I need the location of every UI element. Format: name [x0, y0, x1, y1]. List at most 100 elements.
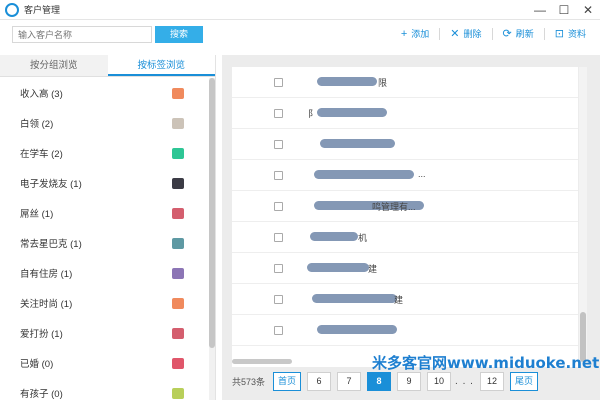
customer-name-fragment: 阝 — [308, 109, 318, 119]
customer-row[interactable]: 鸣管理有... — [232, 191, 578, 222]
row-checkbox[interactable] — [274, 202, 283, 211]
redacted-customer-name — [317, 108, 387, 117]
divider — [543, 27, 545, 40]
page-button[interactable]: 8 — [367, 371, 392, 391]
divider — [439, 27, 441, 40]
customer-list: 限阝... 鸣管理有... 机建建 — [232, 67, 578, 367]
close-button[interactable]: ✕ — [576, 0, 600, 20]
customer-row[interactable]: 机 — [232, 222, 578, 253]
tag-color-swatch — [172, 178, 184, 189]
row-checkbox[interactable] — [274, 326, 283, 335]
redacted-customer-name — [310, 232, 358, 241]
tab-browse-by-tag[interactable]: 按标签浏览 — [107, 55, 215, 76]
horizontal-scrollbar-thumb[interactable] — [232, 359, 292, 364]
add-button[interactable]: + 添加 — [401, 27, 429, 40]
customer-name-fragment: 建 — [368, 264, 378, 274]
tag-item[interactable]: 白领 (2) — [0, 108, 208, 138]
tag-color-swatch — [172, 358, 184, 369]
row-checkbox[interactable] — [274, 233, 283, 242]
customer-name-fragment: 建 — [394, 295, 404, 305]
tag-label: 爱打扮 (1) — [20, 329, 63, 340]
refresh-button[interactable]: ⟳ 刷新 — [503, 27, 534, 40]
tag-list: 收入高 (3) 白领 (2) 在学车 (2) 电子发烧友 (1) 屌丝 (1) 常去星巴克… — [0, 78, 208, 400]
tag-item[interactable]: 在学车 (2) — [0, 138, 208, 168]
last-page-button[interactable]: 尾页 — [509, 371, 538, 391]
customer-row[interactable] — [232, 129, 578, 160]
tag-item[interactable]: 收入高 (3) — [0, 78, 208, 108]
tag-item[interactable]: 电子发烧友 (1) — [0, 168, 208, 198]
tag-label: 电子发烧友 (1) — [20, 179, 82, 190]
row-checkbox[interactable] — [274, 109, 283, 118]
tag-color-swatch — [172, 268, 184, 279]
tag-browser-panel: 按分组浏览 按标签浏览 收入高 (3) 白领 (2) 在学车 (2) 电子发烧友 (1… — [0, 55, 216, 400]
customer-row[interactable]: 建 — [232, 284, 578, 315]
page-numbers: 6 7 8 9 10 — [301, 371, 452, 391]
row-checkbox[interactable] — [274, 78, 283, 87]
tag-list-scrollbar[interactable] — [209, 78, 215, 400]
row-checkbox[interactable] — [274, 295, 283, 304]
tab-browse-by-group[interactable]: 按分组浏览 — [0, 55, 108, 76]
search-input[interactable] — [12, 26, 152, 43]
total-count: 共573条 — [232, 376, 266, 387]
row-checkbox[interactable] — [274, 171, 283, 180]
first-page-button[interactable]: 首页 — [273, 371, 302, 391]
redacted-customer-name — [317, 77, 377, 86]
tag-item[interactable]: 常去星巴克 (1) — [0, 228, 208, 258]
scrollbar-thumb[interactable] — [209, 78, 215, 348]
row-checkbox[interactable] — [274, 264, 283, 273]
window-title: 客户管理 — [24, 5, 61, 15]
refresh-icon: ⟳ — [502, 28, 512, 40]
redacted-customer-name — [314, 170, 414, 179]
tag-item[interactable]: 自有住房 (1) — [0, 258, 208, 288]
refresh-label: 刷新 — [515, 29, 534, 39]
minimize-button[interactable]: — — [528, 0, 552, 20]
tag-label: 已婚 (0) — [20, 359, 54, 370]
plus-icon: + — [400, 27, 408, 40]
tag-color-swatch — [172, 88, 184, 99]
tag-item[interactable]: 屌丝 (1) — [0, 198, 208, 228]
tag-item[interactable]: 已婚 (0) — [0, 348, 208, 378]
tag-label: 自有住房 (1) — [20, 269, 73, 280]
tag-label: 有孩子 (0) — [20, 389, 63, 400]
customer-row[interactable]: ... — [232, 160, 578, 191]
delete-button[interactable]: ✕ 删除 — [450, 27, 481, 40]
toolbar: 搜索 + 添加 ✕ 删除 ⟳ 刷新 ⊡ 资料 — [0, 21, 600, 49]
tag-color-swatch — [172, 148, 184, 159]
redacted-customer-name — [320, 139, 395, 148]
customer-list-panel: 限阝... 鸣管理有... 机建建 共573条 首页 6 7 8 9 10 . . . 12… — [222, 55, 600, 400]
divider — [491, 27, 493, 40]
customer-row[interactable]: 阝 — [232, 98, 578, 129]
customer-row[interactable] — [232, 315, 578, 346]
tag-label: 常去星巴克 (1) — [20, 239, 82, 250]
browse-tabs: 按分组浏览 按标签浏览 — [0, 55, 215, 77]
redacted-customer-name — [317, 325, 397, 334]
tag-color-swatch — [172, 118, 184, 129]
customer-name-fragment: 机 — [358, 233, 368, 243]
search-button[interactable]: 搜索 — [155, 26, 203, 43]
tag-color-swatch — [172, 388, 184, 399]
tag-color-swatch — [172, 298, 184, 309]
page-button[interactable]: 10 — [427, 371, 452, 391]
tag-item[interactable]: 关注时尚 (1) — [0, 288, 208, 318]
customer-row[interactable]: 限 — [232, 67, 578, 98]
page-button[interactable]: 9 — [397, 371, 422, 391]
tag-item[interactable]: 有孩子 (0) — [0, 378, 208, 400]
tag-color-swatch — [172, 328, 184, 339]
maximize-button[interactable]: ☐ — [552, 0, 576, 20]
page-button-last-number[interactable]: 12 — [479, 371, 504, 391]
add-label: 添加 — [411, 29, 430, 39]
customer-list-scrollbar[interactable] — [579, 67, 587, 367]
row-checkbox[interactable] — [274, 140, 283, 149]
page-button[interactable]: 6 — [307, 371, 332, 391]
page-ellipsis: . . . — [455, 375, 474, 387]
title-bar: 客户管理 — ☐ ✕ — [0, 0, 600, 20]
profile-button[interactable]: ⊡ 资料 — [555, 27, 586, 40]
customer-name-fragment: 鸣管理有... — [372, 202, 416, 212]
customer-name-fragment: ... — [418, 169, 426, 179]
customer-row[interactable]: 建 — [232, 253, 578, 284]
tag-item[interactable]: 爱打扮 (1) — [0, 318, 208, 348]
page-button[interactable]: 7 — [337, 371, 362, 391]
profile-card-icon: ⊡ — [554, 28, 564, 40]
tag-label: 在学车 (2) — [20, 149, 63, 160]
tag-color-swatch — [172, 208, 184, 219]
